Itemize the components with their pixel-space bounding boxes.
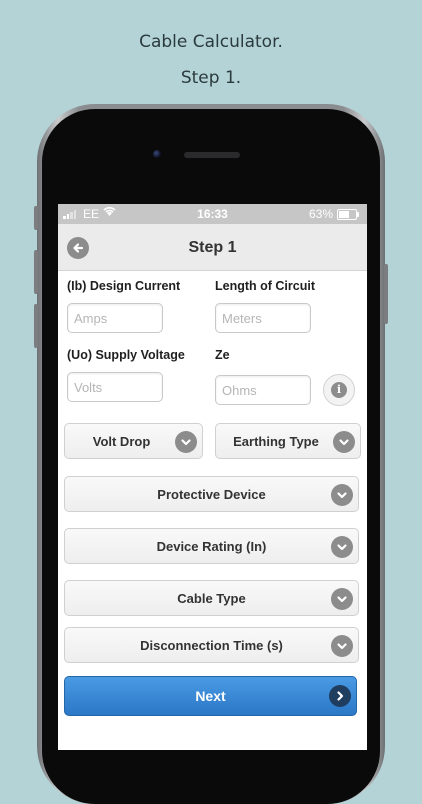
battery-icon xyxy=(337,209,359,220)
supply-voltage-input[interactable] xyxy=(67,372,163,402)
next-button-label: Next xyxy=(195,688,226,704)
cable-type-label: Cable Type xyxy=(177,591,246,606)
chevron-down-icon xyxy=(175,431,197,453)
chevron-down-icon xyxy=(333,431,355,453)
info-button[interactable]: i xyxy=(323,374,355,406)
circuit-length-label: Length of Circuit xyxy=(215,279,315,293)
page-title: Step 1 xyxy=(188,239,237,256)
disconnection-time-select[interactable]: Disconnection Time (s) xyxy=(64,627,359,663)
volt-drop-label: Volt Drop xyxy=(92,434,151,449)
device-rating-select[interactable]: Device Rating (In) xyxy=(64,528,359,564)
status-bar: EE 16:33 63% xyxy=(58,204,367,224)
device-rating-label: Device Rating (In) xyxy=(156,539,267,554)
info-icon: i xyxy=(331,382,347,398)
circuit-length-input[interactable] xyxy=(215,303,311,333)
design-current-label: (Ib) Design Current xyxy=(67,279,181,293)
ze-input[interactable] xyxy=(215,375,311,405)
protective-device-select[interactable]: Protective Device xyxy=(64,476,359,512)
supply-voltage-label: (Uo) Supply Voltage xyxy=(67,348,185,362)
battery-percent: 63% xyxy=(308,207,333,221)
chevron-down-icon xyxy=(331,484,353,506)
chevron-right-icon xyxy=(329,685,351,707)
volume-up-button xyxy=(34,250,38,294)
volume-down-button xyxy=(34,304,38,348)
disconnection-time-label: Disconnection Time (s) xyxy=(140,638,283,653)
earthing-type-label: Earthing Type xyxy=(233,434,319,449)
cable-type-select[interactable]: Cable Type xyxy=(64,580,359,616)
chevron-down-icon xyxy=(331,635,353,657)
volt-drop-select[interactable]: Volt Drop xyxy=(64,423,203,459)
earpiece-speaker xyxy=(184,152,240,158)
power-button xyxy=(384,264,388,324)
app-screen: EE 16:33 63% Step 1 (Ib) Design Current … xyxy=(58,204,367,750)
front-camera xyxy=(153,150,161,158)
design-current-input[interactable] xyxy=(67,303,163,333)
chevron-down-icon xyxy=(331,588,353,610)
chevron-down-icon xyxy=(331,536,353,558)
ze-label: Ze xyxy=(215,348,230,362)
caption-step: Step 1. xyxy=(180,68,242,88)
earthing-type-select[interactable]: Earthing Type xyxy=(215,423,361,459)
mute-switch xyxy=(34,206,38,230)
nav-bar: Step 1 xyxy=(58,224,367,271)
next-button[interactable]: Next xyxy=(64,676,357,716)
protective-device-label: Protective Device xyxy=(157,487,266,502)
caption-title: Cable Calculator. xyxy=(139,32,283,52)
